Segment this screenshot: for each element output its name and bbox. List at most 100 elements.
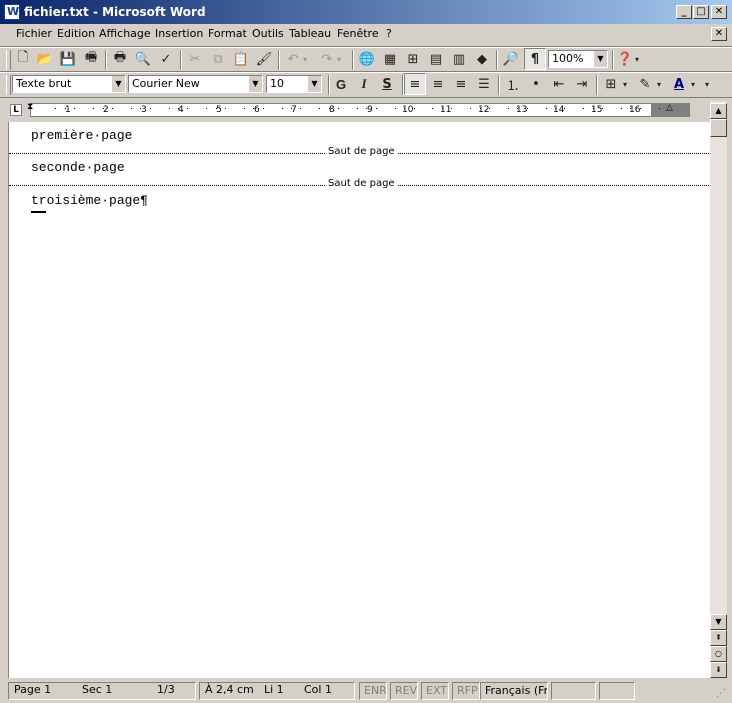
- scroll-thumb[interactable]: [710, 119, 727, 137]
- underline-button[interactable]: S: [376, 73, 398, 95]
- ruler-dot: [149, 108, 151, 109]
- status-mode-ext[interactable]: EXT: [421, 682, 449, 700]
- cut-icon[interactable]: ✂: [184, 48, 206, 70]
- paste-icon[interactable]: 📋: [230, 48, 252, 70]
- ruler-dot: [140, 108, 142, 109]
- bulleted-list-icon[interactable]: •: [525, 73, 547, 95]
- menu-format[interactable]: Format: [208, 27, 247, 40]
- document-line[interactable]: troisième·page¶: [31, 193, 148, 208]
- minimize-icon[interactable]: _: [676, 5, 692, 19]
- scroll-up-icon[interactable]: ▲: [710, 103, 727, 119]
- toolbar-grip[interactable]: [6, 50, 11, 70]
- next-page-icon[interactable]: ⇟: [710, 662, 727, 678]
- document-line[interactable]: première·page: [31, 128, 132, 143]
- document-close-icon[interactable]: ✕: [711, 27, 727, 41]
- font-color-dropdown-icon[interactable]: ▾: [688, 73, 698, 95]
- toolbar-separator: [498, 75, 500, 95]
- print-preview-icon[interactable]: 🔍: [132, 48, 154, 70]
- horizontal-ruler[interactable]: L ⧗ △ 1 2 3 4 5 6 7 8 9 10 11 12 13 14 1…: [8, 101, 710, 121]
- menu-edition[interactable]: Edition: [57, 27, 95, 40]
- ruler-tick: 12: [478, 105, 490, 115]
- ruler-dot: [592, 108, 594, 109]
- status-position: À 2,4 cm: [205, 683, 254, 696]
- chevron-down-icon[interactable]: ▼: [111, 76, 125, 92]
- toolbar-options-icon[interactable]: ▾: [702, 73, 712, 95]
- decrease-indent-icon[interactable]: ⇤: [548, 73, 570, 95]
- status-spelling-panel[interactable]: [551, 682, 596, 700]
- chevron-down-icon[interactable]: ▼: [307, 76, 321, 92]
- insert-excel-icon[interactable]: ▤: [425, 48, 447, 70]
- tables-borders-icon[interactable]: ▦: [379, 48, 401, 70]
- borders-dropdown-icon[interactable]: ▾: [620, 73, 630, 95]
- close-icon[interactable]: ✕: [711, 5, 727, 19]
- status-mode-rev[interactable]: REV: [390, 682, 418, 700]
- menu-fichier[interactable]: Fichier: [16, 27, 52, 40]
- bold-button[interactable]: G: [330, 73, 352, 95]
- toolbar-grip[interactable]: [6, 75, 11, 95]
- new-icon[interactable]: 🗋: [12, 48, 34, 70]
- increase-indent-icon[interactable]: ⇥: [571, 73, 593, 95]
- resize-grip-icon[interactable]: ⋰: [716, 688, 726, 699]
- document-map-icon[interactable]: 🔎: [500, 48, 522, 70]
- font-color-icon[interactable]: A: [668, 73, 690, 95]
- font-combo[interactable]: Courier New ▼: [128, 75, 263, 93]
- ruler-dot: [620, 108, 622, 109]
- font-size-combo[interactable]: 10 ▼: [266, 75, 322, 93]
- scroll-down-icon[interactable]: ▼: [710, 614, 727, 630]
- zoom-combo[interactable]: 100% ▼: [548, 50, 608, 68]
- word-app-icon[interactable]: [4, 4, 20, 20]
- status-mode-rfp[interactable]: RFP: [452, 682, 480, 700]
- align-center-icon[interactable]: ≡: [427, 73, 449, 95]
- previous-page-icon[interactable]: ⇞: [710, 630, 727, 646]
- ruler-tick: 2: [103, 105, 109, 115]
- numbered-list-icon[interactable]: ⒈: [502, 73, 524, 95]
- show-formatting-icon[interactable]: ¶: [524, 48, 546, 70]
- align-left-icon[interactable]: ≡: [404, 73, 426, 95]
- highlight-dropdown-icon[interactable]: ▾: [654, 73, 664, 95]
- toolbar-options-icon[interactable]: ▾: [632, 48, 642, 70]
- document-line[interactable]: seconde·page: [31, 160, 125, 175]
- ruler-tick: 10: [402, 105, 414, 115]
- right-indent-icon[interactable]: △: [666, 103, 673, 113]
- menu-fenetre[interactable]: Fenêtre: [337, 27, 379, 40]
- permission-icon[interactable]: 🖷: [80, 48, 102, 70]
- status-language[interactable]: Français (Fr: [480, 682, 548, 700]
- maximize-icon[interactable]: □: [693, 5, 709, 19]
- ruler-dot: [488, 108, 490, 109]
- hyperlink-icon[interactable]: 🌐: [356, 48, 378, 70]
- redo-dropdown-icon[interactable]: ▾: [334, 48, 344, 70]
- insert-table-icon[interactable]: ⊞: [402, 48, 424, 70]
- save-icon[interactable]: 💾: [57, 48, 79, 70]
- indent-marker-icon[interactable]: ⧗: [27, 102, 33, 112]
- drawing-icon[interactable]: ◆: [471, 48, 493, 70]
- document-area[interactable]: première·page Saut de page seconde·page …: [8, 122, 710, 678]
- undo-dropdown-icon[interactable]: ▾: [300, 48, 310, 70]
- open-icon[interactable]: 📂: [34, 48, 56, 70]
- tab-selector-icon[interactable]: L: [10, 104, 22, 116]
- align-right-icon[interactable]: ≡: [450, 73, 472, 95]
- menu-affichage[interactable]: Affichage: [99, 27, 151, 40]
- copy-icon[interactable]: ⧉: [207, 48, 229, 70]
- print-icon[interactable]: 🖶: [109, 48, 131, 70]
- format-painter-icon[interactable]: 🖌: [253, 48, 275, 70]
- borders-icon[interactable]: ⊞: [600, 73, 622, 95]
- menu-outils[interactable]: Outils: [252, 27, 284, 40]
- ruler-tick: 14: [553, 105, 565, 115]
- highlight-icon[interactable]: ✎: [634, 73, 656, 95]
- spelling-icon[interactable]: ✓: [155, 48, 177, 70]
- menu-tableau[interactable]: Tableau: [289, 27, 331, 40]
- ruler-tick: 11: [440, 105, 452, 115]
- select-browse-object-icon[interactable]: ○: [710, 646, 727, 662]
- chevron-down-icon[interactable]: ▼: [593, 51, 607, 67]
- chevron-down-icon[interactable]: ▼: [248, 76, 262, 92]
- ruler-tick: 1: [65, 105, 71, 115]
- ruler-dot: [130, 108, 132, 109]
- status-mode-enr[interactable]: ENR: [359, 682, 387, 700]
- menu-insertion[interactable]: Insertion: [155, 27, 203, 40]
- vertical-scrollbar[interactable]: ▲ ▼ ⇞ ○ ⇟: [710, 101, 727, 678]
- italic-button[interactable]: I: [353, 73, 375, 95]
- style-combo[interactable]: Texte brut ▼: [12, 75, 126, 93]
- justify-icon[interactable]: ☰: [473, 73, 495, 95]
- columns-icon[interactable]: ▥: [448, 48, 470, 70]
- menu-help[interactable]: ?: [386, 27, 392, 40]
